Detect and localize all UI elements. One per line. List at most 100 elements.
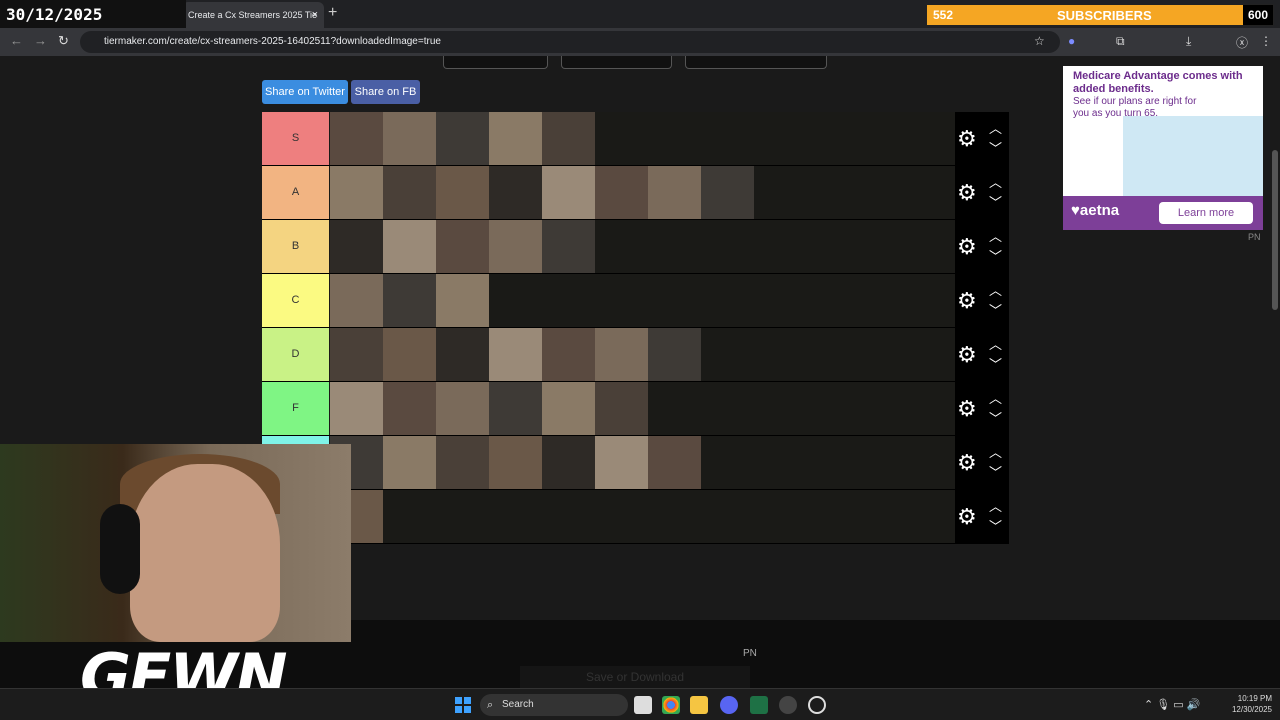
tier-label[interactable]: S [262,112,329,165]
tier-item-image[interactable] [436,328,489,381]
chevron-up-icon[interactable]: ︿ [989,226,1002,245]
tier-item-image[interactable] [383,274,436,327]
tier-item-image[interactable] [489,112,542,165]
tier-label[interactable]: B [262,220,329,273]
chevron-down-icon[interactable]: ﹀ [989,516,1002,535]
tier-item-image[interactable] [383,328,436,381]
chevron-down-icon[interactable]: ﹀ [989,300,1002,319]
tier-item-image[interactable] [542,328,595,381]
chevron-up-icon[interactable]: ︿ [989,388,1002,407]
chrome-icon[interactable] [662,696,680,714]
share-twitter-button[interactable]: Share on Twitter [262,80,348,104]
back-icon[interactable]: ← [10,33,23,48]
extensions-puzzle-icon[interactable]: ⧉ [1116,34,1125,49]
tier-item-image[interactable] [383,112,436,165]
chevron-up-icon[interactable]: ︿ [989,496,1002,515]
chevron-down-icon[interactable]: ﹀ [989,408,1002,427]
live-voting-button[interactable] [443,56,548,69]
task-view-icon[interactable] [634,696,652,714]
profile-avatar-icon[interactable]: ⓧ [1236,34,1248,51]
scrollbar-thumb[interactable] [1272,150,1278,310]
forward-icon[interactable]: → [34,33,47,48]
chevron-down-icon[interactable]: ﹀ [989,192,1002,211]
excel-icon[interactable] [750,696,768,714]
tier-item-image[interactable] [648,328,701,381]
tier-item-image[interactable] [595,328,648,381]
chevron-down-icon[interactable]: ﹀ [989,246,1002,265]
tier-label[interactable]: A [262,166,329,219]
tier-item-image[interactable] [330,166,383,219]
tier-item-image[interactable] [330,220,383,273]
taskbar-search[interactable]: ⌕ Search [480,694,628,716]
tier-item-image[interactable] [436,112,489,165]
app-icon[interactable] [779,696,797,714]
community-rank-button[interactable] [685,56,827,69]
chevron-up-icon[interactable]: ︿ [989,172,1002,191]
tier-item-image[interactable] [436,220,489,273]
chevron-up-icon[interactable]: ︿ [989,442,1002,461]
tier-item-image[interactable] [542,166,595,219]
save-download-button[interactable]: Save or Download [520,666,750,688]
tier-item-image[interactable] [436,274,489,327]
tier-item-image[interactable] [489,382,542,435]
tier-item-image[interactable] [542,220,595,273]
gear-icon[interactable]: ⚙ [957,450,977,476]
tier-item-image[interactable] [436,382,489,435]
new-tab-button[interactable]: + [328,4,337,22]
tier-item-image[interactable] [489,166,542,219]
menu-kebab-icon[interactable]: ⋮ [1260,34,1272,48]
tier-item-image[interactable] [595,382,648,435]
extension-icon[interactable]: ● [1068,34,1075,48]
gear-icon[interactable]: ⚙ [957,504,977,530]
tier-label[interactable]: F [262,382,329,435]
chevron-up-icon[interactable]: ︿ [989,118,1002,137]
tier-label[interactable]: D [262,328,329,381]
ad-learn-more-button[interactable]: Learn more [1159,202,1253,224]
chevron-down-icon[interactable]: ﹀ [989,462,1002,481]
tier-label[interactable]: C [262,274,329,327]
tier-item-image[interactable] [330,328,383,381]
download-icon[interactable]: ⤓ [1186,34,1191,49]
gear-icon[interactable]: ⚙ [957,396,977,422]
share-facebook-button[interactable]: Share on FB [351,80,420,104]
tab-close-icon[interactable]: × [312,2,318,28]
system-clock[interactable]: 10:19 PM 12/30/2025 [1222,693,1272,715]
tier-item-image[interactable] [542,436,595,489]
tier-item-image[interactable] [383,382,436,435]
tier-item-image[interactable] [542,112,595,165]
tier-item-image[interactable] [383,220,436,273]
tier-item-image[interactable] [595,436,648,489]
chevron-up-icon[interactable]: ︿ [989,334,1002,353]
system-tray[interactable]: ⌃ 🎙 ▭ 🔊 [1144,698,1200,711]
alignment-chart-button[interactable] [561,56,672,69]
gear-icon[interactable]: ⚙ [957,180,977,206]
advertisement[interactable]: Medicare Advantage comes with added bene… [1063,66,1263,230]
tier-item-image[interactable] [436,166,489,219]
tier-item-image[interactable] [383,166,436,219]
tier-item-image[interactable] [489,220,542,273]
tier-item-image[interactable] [330,382,383,435]
tier-item-image[interactable] [648,436,701,489]
gear-icon[interactable]: ⚙ [957,342,977,368]
tier-item-image[interactable] [489,328,542,381]
tier-item-image[interactable] [701,166,754,219]
gear-icon[interactable]: ⚙ [957,126,977,152]
address-bar[interactable]: tiermaker.com/create/cx-streamers-2025-1… [80,31,1060,53]
discord-icon[interactable] [720,696,738,714]
tier-item-image[interactable] [648,166,701,219]
tier-item-image[interactable] [542,382,595,435]
tier-item-image[interactable] [595,166,648,219]
chevron-down-icon[interactable]: ﹀ [989,138,1002,157]
windows-start-icon[interactable] [455,697,471,713]
chevron-up-icon[interactable]: ︿ [989,280,1002,299]
chevron-down-icon[interactable]: ﹀ [989,354,1002,373]
gear-icon[interactable]: ⚙ [957,234,977,260]
reload-icon[interactable]: ↻ [58,33,69,49]
bookmark-star-icon[interactable]: ☆ [1034,34,1045,48]
tier-item-image[interactable] [489,436,542,489]
tier-item-image[interactable] [330,112,383,165]
scrollbar[interactable] [1270,56,1280,664]
file-explorer-icon[interactable] [690,696,708,714]
tier-item-image[interactable] [436,436,489,489]
tier-item-image[interactable] [330,274,383,327]
